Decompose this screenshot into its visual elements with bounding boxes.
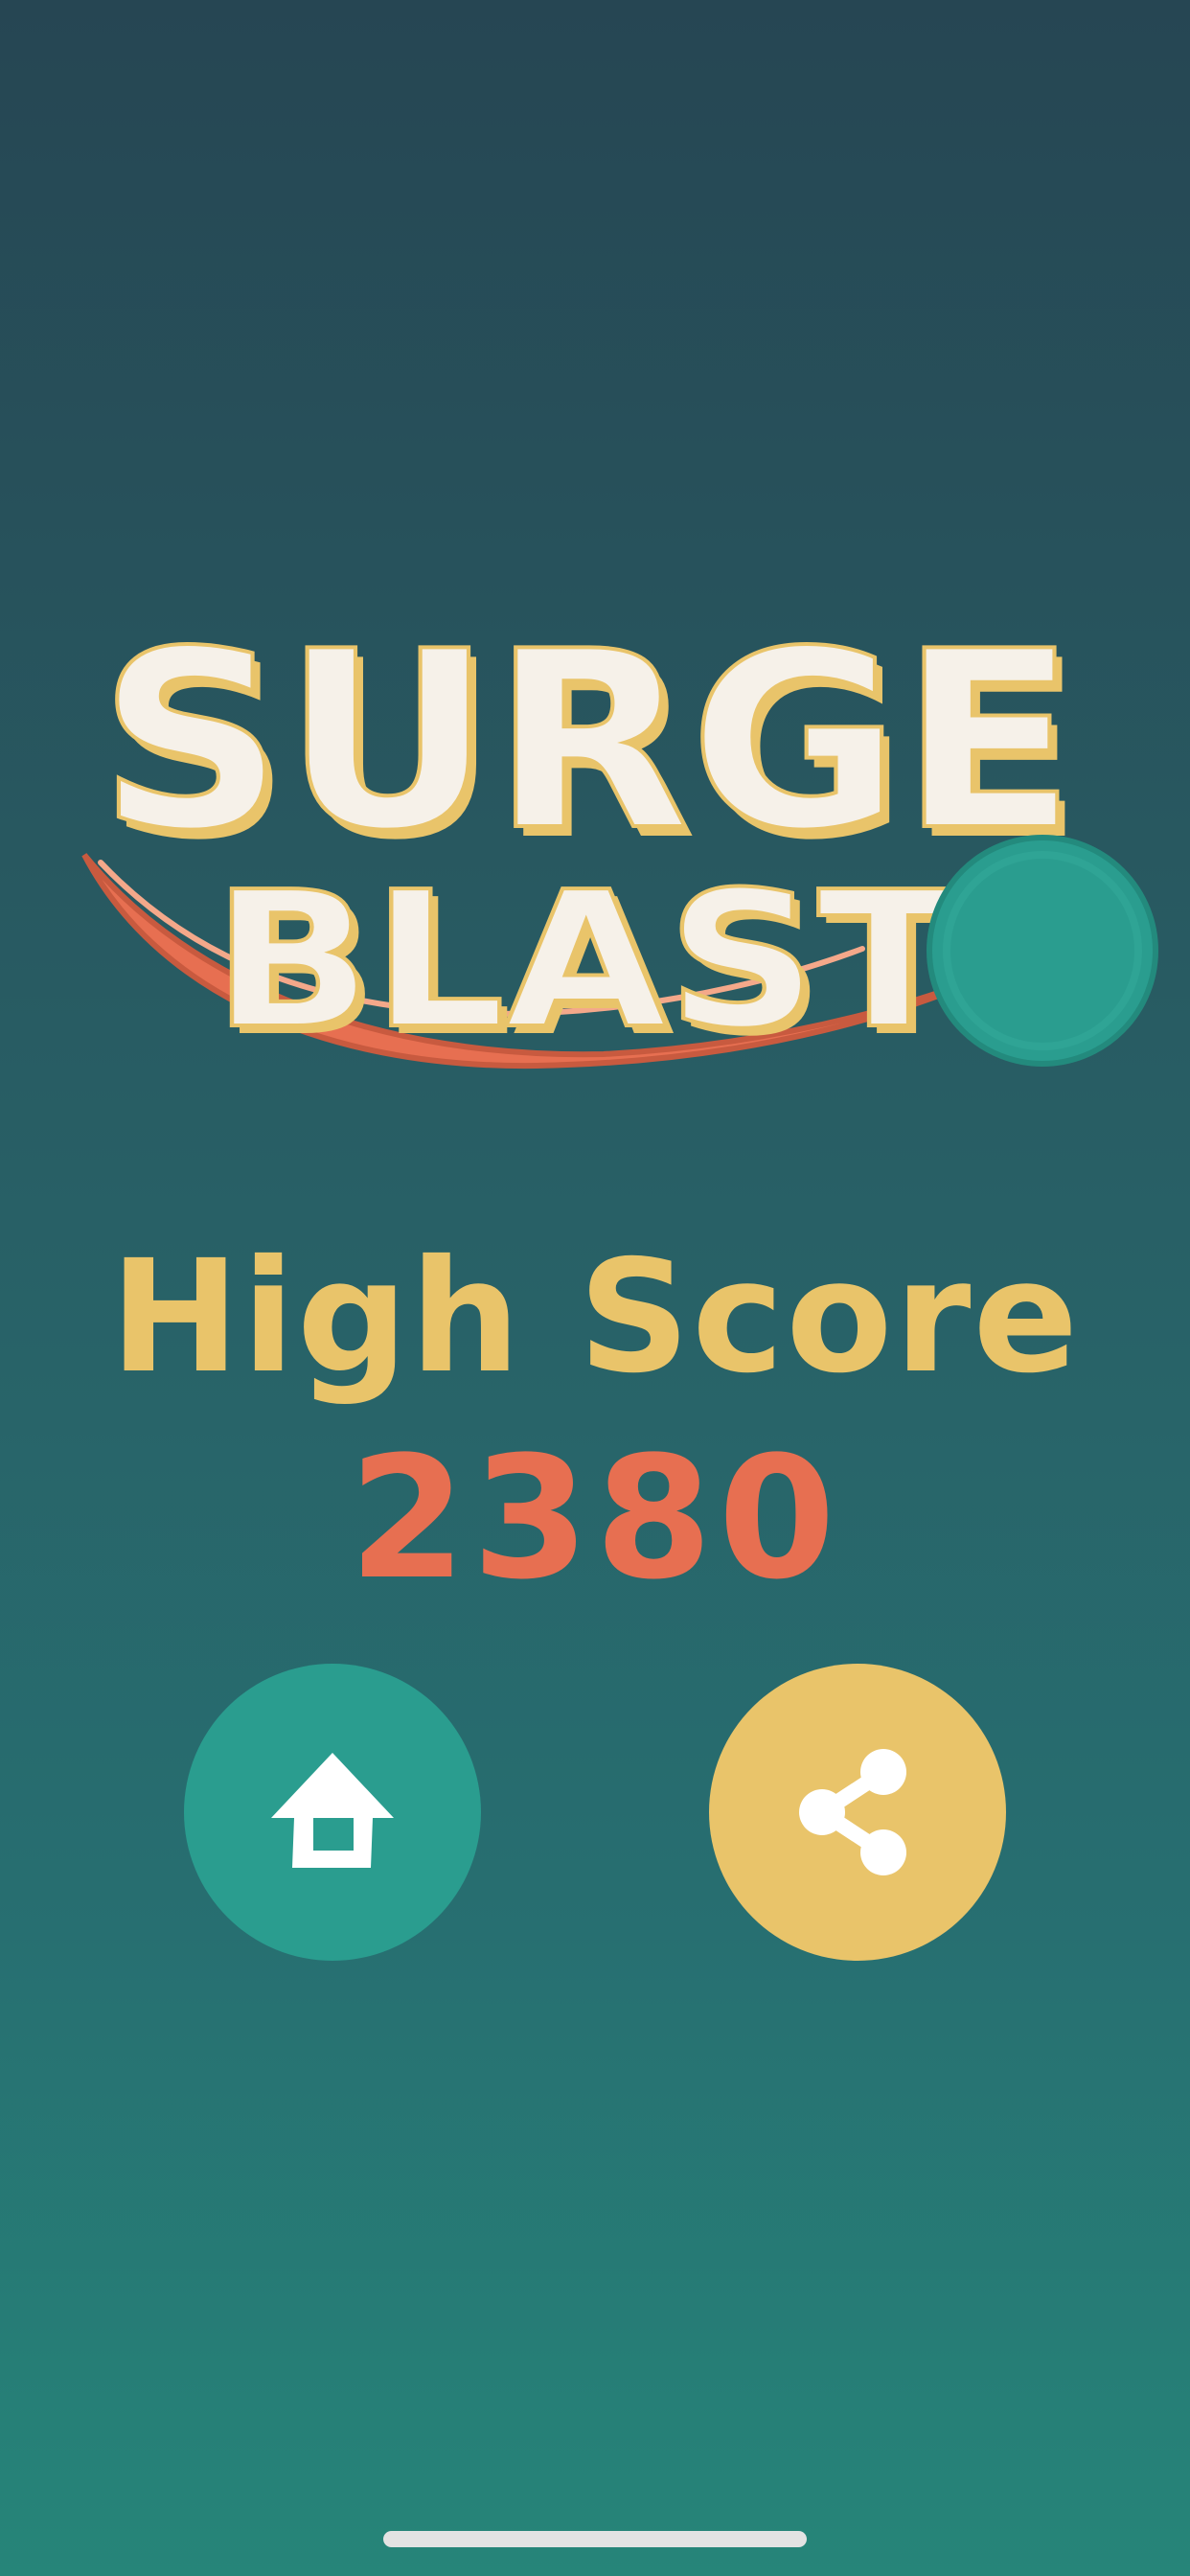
logo-ball (927, 835, 1158, 1067)
logo-graphic: SURGE SURGE BLAST BLAST (81, 597, 1158, 1078)
high-score-label: High Score (109, 1228, 1081, 1408)
high-score-value: 2380 (349, 1420, 841, 1617)
logo-title-line1: SURGE (99, 599, 1076, 885)
home-button[interactable] (184, 1664, 481, 1961)
home-icon (271, 1753, 394, 1868)
share-icon (799, 1749, 906, 1875)
game-logo: SURGE SURGE BLAST BLAST (0, 575, 1190, 1188)
logo-title-line2: BLAST (213, 852, 960, 1070)
home-indicator[interactable] (383, 2531, 807, 2547)
share-button[interactable] (709, 1664, 1006, 1961)
